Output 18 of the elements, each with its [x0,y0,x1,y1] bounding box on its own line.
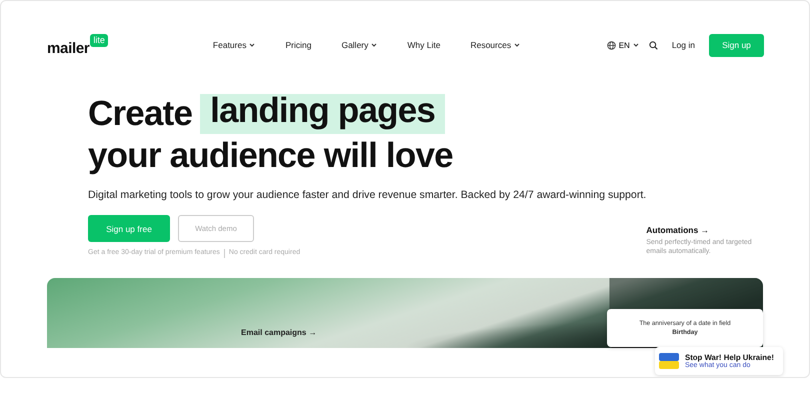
feature-link[interactable]: Email campaigns → [241,328,317,337]
nav-link[interactable]: Why Lite [392,40,456,50]
nav-link[interactable]: Pricing [270,40,326,50]
headline: Create [88,93,192,135]
login-link[interactable]: Log in [672,40,695,50]
nav-link[interactable]: Features [198,40,270,50]
headline-highlight: landing pages [200,94,446,134]
search-icon[interactable] [648,40,658,50]
caret-icon [632,43,639,47]
nav-link[interactable]: Gallery [326,40,392,50]
feature-link[interactable]: Automations → [646,225,753,235]
globe-icon [606,40,616,50]
subtitle: Digital marketing tools to grow your audience faster and drive revenue smarter. Backed by 24/7 award-winning support. [88,189,646,201]
headline: your audience will love [88,135,453,177]
nav-link[interactable]: Resources [455,40,536,50]
logo-wordmark[interactable]: mailer [47,40,90,56]
language-selector[interactable]: EN [606,40,639,50]
flag-icon [659,353,679,369]
